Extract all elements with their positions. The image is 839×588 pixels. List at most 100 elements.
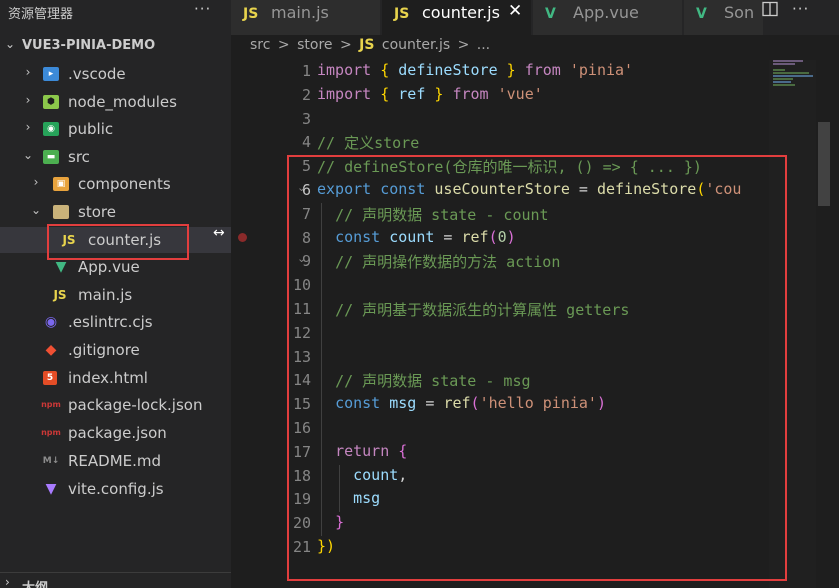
breadcrumb-symbol[interactable]: ... xyxy=(477,37,490,53)
tree-item-label: node_modules xyxy=(68,93,177,111)
code-token: import xyxy=(317,84,372,103)
tab-bar: JS main.js JS counter.js ✕ V App.vue V S… xyxy=(231,0,839,35)
tree-item-label: main.js xyxy=(78,286,133,304)
tree-item-components[interactable]: › ▣ components xyxy=(0,171,231,197)
chevron-down-icon: ⌄ xyxy=(5,37,16,51)
chevron-right-icon: › xyxy=(25,120,31,134)
breadcrumb-store[interactable]: store xyxy=(297,37,332,53)
js-file-icon: JS xyxy=(394,6,410,22)
vue-file-icon: ▼ xyxy=(55,259,67,275)
tab-label: Son xyxy=(724,3,755,22)
highlight-box-code xyxy=(287,155,787,581)
chevron-right-icon: › xyxy=(33,175,39,189)
code-line[interactable]: 3 xyxy=(231,108,839,132)
chevron-right-icon: › xyxy=(25,93,31,107)
split-editor-icon[interactable] xyxy=(762,1,778,17)
js-file-icon: JS xyxy=(243,6,259,22)
explorer-more-actions-icon[interactable]: ··· xyxy=(194,0,211,18)
tree-item-label: package.json xyxy=(68,424,167,442)
project-root-row[interactable]: ⌄ VUE3-PINIA-DEMO xyxy=(0,34,231,58)
code-token: { xyxy=(380,61,390,79)
js-file-icon: JS xyxy=(53,288,67,302)
tree-item-main-js[interactable]: JS main.js xyxy=(0,282,231,308)
explorer-header: 资源管理器 ··· xyxy=(0,0,231,24)
tab-main-js[interactable]: JS main.js xyxy=(231,0,381,35)
chevron-down-icon: ⌄ xyxy=(22,148,34,162)
tree-item-label: src xyxy=(68,148,90,166)
src-folder-icon: ▬ xyxy=(43,150,59,164)
tree-item-gitignore[interactable]: ◆ .gitignore xyxy=(0,337,231,363)
tree-item-vscode[interactable]: › ▸ .vscode xyxy=(0,61,231,87)
npm-icon: npm xyxy=(41,400,61,409)
tree-item-label: public xyxy=(68,120,114,138)
tree-item-vite-config[interactable]: ▼ vite.config.js xyxy=(0,476,231,502)
tree-item-src[interactable]: ⌄ ▬ src xyxy=(0,144,231,170)
components-folder-icon: ▣ xyxy=(53,177,69,191)
npm-icon: npm xyxy=(41,428,61,437)
git-icon: ◆ xyxy=(45,342,57,358)
public-folder-icon: ◉ xyxy=(43,122,59,136)
code-line[interactable]: 1 import { defineStore } from 'pinia' xyxy=(231,60,839,84)
code-token: // 定义store xyxy=(317,134,420,153)
code-token: from xyxy=(452,84,489,103)
tree-item-index-html[interactable]: 5 index.html xyxy=(0,365,231,391)
tree-item-label: index.html xyxy=(68,369,148,387)
code-token: } xyxy=(506,61,516,79)
line-number: 2 xyxy=(301,85,311,104)
tree-item-node-modules[interactable]: › ⬢ node_modules xyxy=(0,89,231,115)
close-icon[interactable]: ✕ xyxy=(508,1,522,21)
store-folder-icon xyxy=(53,205,69,219)
line-number: 3 xyxy=(301,109,311,128)
code-token: 'vue' xyxy=(497,84,543,103)
tree-item-package-json[interactable]: npm package.json xyxy=(0,420,231,446)
chevron-right-icon: › xyxy=(25,65,31,79)
tree-item-label: components xyxy=(78,175,171,193)
js-file-icon: JS xyxy=(359,37,375,53)
vertical-scrollbar[interactable] xyxy=(816,60,830,588)
tab-son[interactable]: V Son xyxy=(684,0,764,35)
explorer-title: 资源管理器 xyxy=(8,7,74,22)
tree-item-eslintrc[interactable]: ◉ .eslintrc.cjs xyxy=(0,309,231,335)
eslint-icon: ◉ xyxy=(44,314,58,330)
line-number: 4 xyxy=(301,133,311,152)
line-number: 1 xyxy=(301,62,311,80)
tab-app-vue[interactable]: V App.vue xyxy=(533,0,683,35)
code-text: import { defineStore } from 'pinia' xyxy=(317,61,633,79)
tree-item-label: .gitignore xyxy=(68,341,140,359)
more-actions-icon[interactable]: ··· xyxy=(792,0,809,18)
tree-item-label: App.vue xyxy=(78,258,140,276)
tree-item-label: package-lock.json xyxy=(68,396,203,414)
breadcrumb: src > store > JS counter.js > ... xyxy=(250,37,493,57)
tab-label: App.vue xyxy=(573,3,639,22)
tree-item-package-lock[interactable]: npm package-lock.json xyxy=(0,392,231,418)
outline-section[interactable]: › 大纲 xyxy=(0,572,231,588)
code-token: import xyxy=(317,61,372,79)
outline-label: 大纲 xyxy=(22,577,48,588)
tree-item-store[interactable]: ⌄ store xyxy=(0,199,231,225)
breadcrumb-src[interactable]: src xyxy=(250,37,270,53)
vue-file-icon: V xyxy=(545,6,556,22)
tree-item-public[interactable]: › ◉ public xyxy=(0,116,231,142)
chevron-right-icon: › xyxy=(5,575,10,588)
chevron-down-icon: ⌄ xyxy=(30,203,42,217)
chevron-right-icon: > xyxy=(457,37,470,53)
tree-item-readme[interactable]: M↓ README.md xyxy=(0,448,231,474)
minimap[interactable] xyxy=(773,60,817,120)
code-line[interactable]: 4 // 定义store xyxy=(231,131,839,155)
tab-counter-js[interactable]: JS counter.js ✕ xyxy=(382,0,532,35)
breakpoint-hint-icon[interactable] xyxy=(238,232,247,242)
scrollbar-thumb[interactable] xyxy=(818,122,830,206)
vscode-folder-icon: ▸ xyxy=(43,67,59,81)
breadcrumb-counter-js[interactable]: counter.js xyxy=(382,37,450,53)
resize-cursor-icon: ↔ xyxy=(213,225,225,241)
explorer-sidebar: 资源管理器 ··· ⌄ VUE3-PINIA-DEMO › ▸ .vscode … xyxy=(0,0,231,588)
tree-item-label: README.md xyxy=(68,452,162,470)
code-line[interactable]: 2 import { ref } from 'vue' xyxy=(231,84,839,108)
